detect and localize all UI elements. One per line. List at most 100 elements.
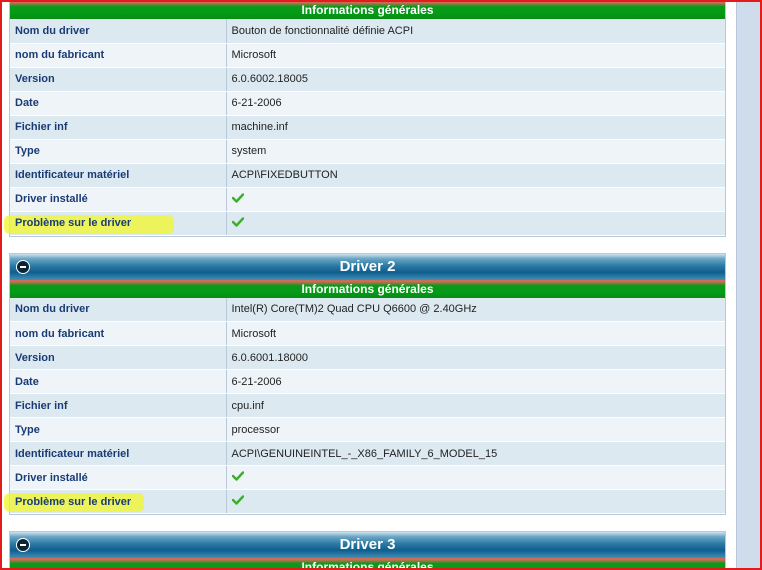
row-value: Microsoft <box>226 321 725 346</box>
section-title-informations-generales: Informations générales <box>10 1 725 19</box>
driver-list: Informations générales Nom du driver Bouto… <box>4 0 726 570</box>
row-label-text: Nom du driver <box>15 24 90 37</box>
row-value: system <box>226 139 725 164</box>
row-value: 6.0.6002.18005 <box>226 67 725 92</box>
table-row: Driver installé <box>10 187 725 212</box>
check-icon <box>231 216 244 227</box>
driver-header: Driver 2 <box>10 253 725 280</box>
table-row: Type processor <box>10 417 725 442</box>
section-title-informations-generales: Informations générales <box>10 558 725 570</box>
minus-circle-icon[interactable] <box>16 259 30 274</box>
row-label-text: nom du fabricant <box>15 49 105 61</box>
table-row: Fichier inf machine.inf <box>10 115 725 140</box>
check-icon <box>231 495 244 505</box>
driver-info-table: Nom du driver Intel(R) Core(TM)2 Quad CPU… <box>4 297 725 514</box>
driver-title: Driver 3 <box>339 536 396 553</box>
row-value: ACPI\GENUINEINTEL_-_X86_FAMILY_6_MODEL_1… <box>226 441 725 466</box>
table-row: Identificateur matériel ACPI\FIXEDBUTTON <box>10 163 725 188</box>
row-label: Driver installé <box>10 465 227 490</box>
driver-title: Driver 2 <box>339 257 396 275</box>
section-title-informations-generales: Informations générales <box>10 279 725 298</box>
row-label: Identificateur matériel <box>10 163 227 188</box>
driver-panel-1: Informations générales Nom du driver Bouto… <box>4 0 726 237</box>
row-label: Identificateur matériel <box>10 441 227 466</box>
table-row: Driver installé <box>10 465 725 490</box>
row-label: Fichier inf <box>10 115 227 140</box>
row-value: Intel(R) Core(TM)2 Quad CPU Q6600 @ 2.40… <box>226 297 725 322</box>
table-row: Problème sur le driver <box>4 489 725 514</box>
row-label-text: Identificateur matériel <box>15 169 130 181</box>
row-value-text: 6-21-2006 <box>231 375 282 388</box>
row-label-text: Version <box>15 351 55 364</box>
row-value <box>226 187 725 212</box>
driver-panel-2: Driver 2 Informations générales Nom du dri… <box>4 252 726 515</box>
row-label-text: Nom du driver <box>15 303 90 316</box>
table-row: Version 6.0.6001.18000 <box>10 345 725 370</box>
row-value-text: Microsoft <box>231 49 277 61</box>
panel-gap <box>9 237 726 253</box>
check-icon <box>231 471 244 481</box>
row-label-text: Type <box>15 423 40 436</box>
row-value: Bouton de fonctionnalité définie ACPI <box>226 19 725 44</box>
table-row: Fichier inf cpu.inf <box>10 393 725 418</box>
row-label-text: Problème sur le driver <box>15 495 132 508</box>
row-label: Nom du driver <box>10 19 227 44</box>
check-icon <box>231 192 244 203</box>
row-label: Problème sur le driver <box>4 211 227 236</box>
row-value-text: ACPI\GENUINEINTEL_-_X86_FAMILY_6_MODEL_1… <box>231 447 498 460</box>
row-value: machine.inf <box>226 115 725 140</box>
table-row: Identificateur matériel ACPI\GENUINEINTEL… <box>10 441 725 466</box>
driver-panel-3: Driver 3 Informations générales <box>9 531 726 570</box>
row-label-text: Type <box>15 145 40 157</box>
row-value: 6-21-2006 <box>226 369 725 394</box>
row-value <box>226 465 725 490</box>
row-value-text: 6-21-2006 <box>231 97 282 109</box>
row-label-text: Date <box>15 97 39 109</box>
row-label: Version <box>10 67 227 92</box>
driver-header: Driver 3 <box>10 532 725 558</box>
minus-circle-icon[interactable] <box>16 538 30 552</box>
row-value-text: cpu.inf <box>231 399 264 412</box>
row-value-text: 6.0.6001.18000 <box>231 351 308 364</box>
row-label-text: Fichier inf <box>15 399 68 412</box>
row-value: ACPI\FIXEDBUTTON <box>226 163 725 188</box>
right-scroll-strip <box>736 0 760 570</box>
row-value-text: Intel(R) Core(TM)2 Quad CPU Q6600 @ 2.40… <box>231 303 477 316</box>
row-label-text: Identificateur matériel <box>15 447 130 460</box>
row-label-text: Problème sur le driver <box>15 217 132 229</box>
table-row: Nom du driver Intel(R) Core(TM)2 Quad CPU… <box>10 297 725 322</box>
row-label: nom du fabricant <box>10 43 227 68</box>
row-label: Driver installé <box>10 187 227 212</box>
table-row: nom du fabricant Microsoft <box>10 43 725 68</box>
table-row: Version 6.0.6002.18005 <box>10 67 725 92</box>
panel-gap <box>9 515 726 531</box>
row-value <box>226 211 725 236</box>
row-value-text: ACPI\FIXEDBUTTON <box>231 169 338 181</box>
row-label-text: Driver installé <box>15 193 88 205</box>
row-value: 6.0.6001.18000 <box>226 345 725 370</box>
row-label: Nom du driver <box>10 297 227 322</box>
table-row: Type system <box>10 139 725 164</box>
row-label-text: Driver installé <box>15 471 88 484</box>
row-value: processor <box>226 417 725 442</box>
row-value-text: system <box>231 145 267 157</box>
row-label: Date <box>10 369 227 394</box>
row-value-text: machine.inf <box>231 121 288 133</box>
row-label: Problème sur le driver <box>4 489 227 514</box>
row-value-text: processor <box>231 423 280 436</box>
row-label-text: Date <box>15 375 39 388</box>
table-row: Problème sur le driver <box>4 211 725 236</box>
row-label-text: nom du fabricant <box>15 327 105 340</box>
row-label: Version <box>10 345 227 370</box>
table-row: Date 6-21-2006 <box>10 91 725 116</box>
row-label: nom du fabricant <box>10 321 227 346</box>
driver-info-table: Nom du driver Bouton de fonctionnalité dé… <box>4 19 725 236</box>
row-label: Fichier inf <box>10 393 227 418</box>
table-row: Nom du driver Bouton de fonctionnalité dé… <box>10 19 725 44</box>
row-value: 6-21-2006 <box>226 91 725 116</box>
row-label: Type <box>10 417 227 442</box>
row-label-text: Fichier inf <box>15 121 68 133</box>
row-label-text: Version <box>15 73 55 85</box>
row-value-text: Bouton de fonctionnalité définie ACPI <box>231 24 414 37</box>
row-value-text: 6.0.6002.18005 <box>231 73 308 85</box>
